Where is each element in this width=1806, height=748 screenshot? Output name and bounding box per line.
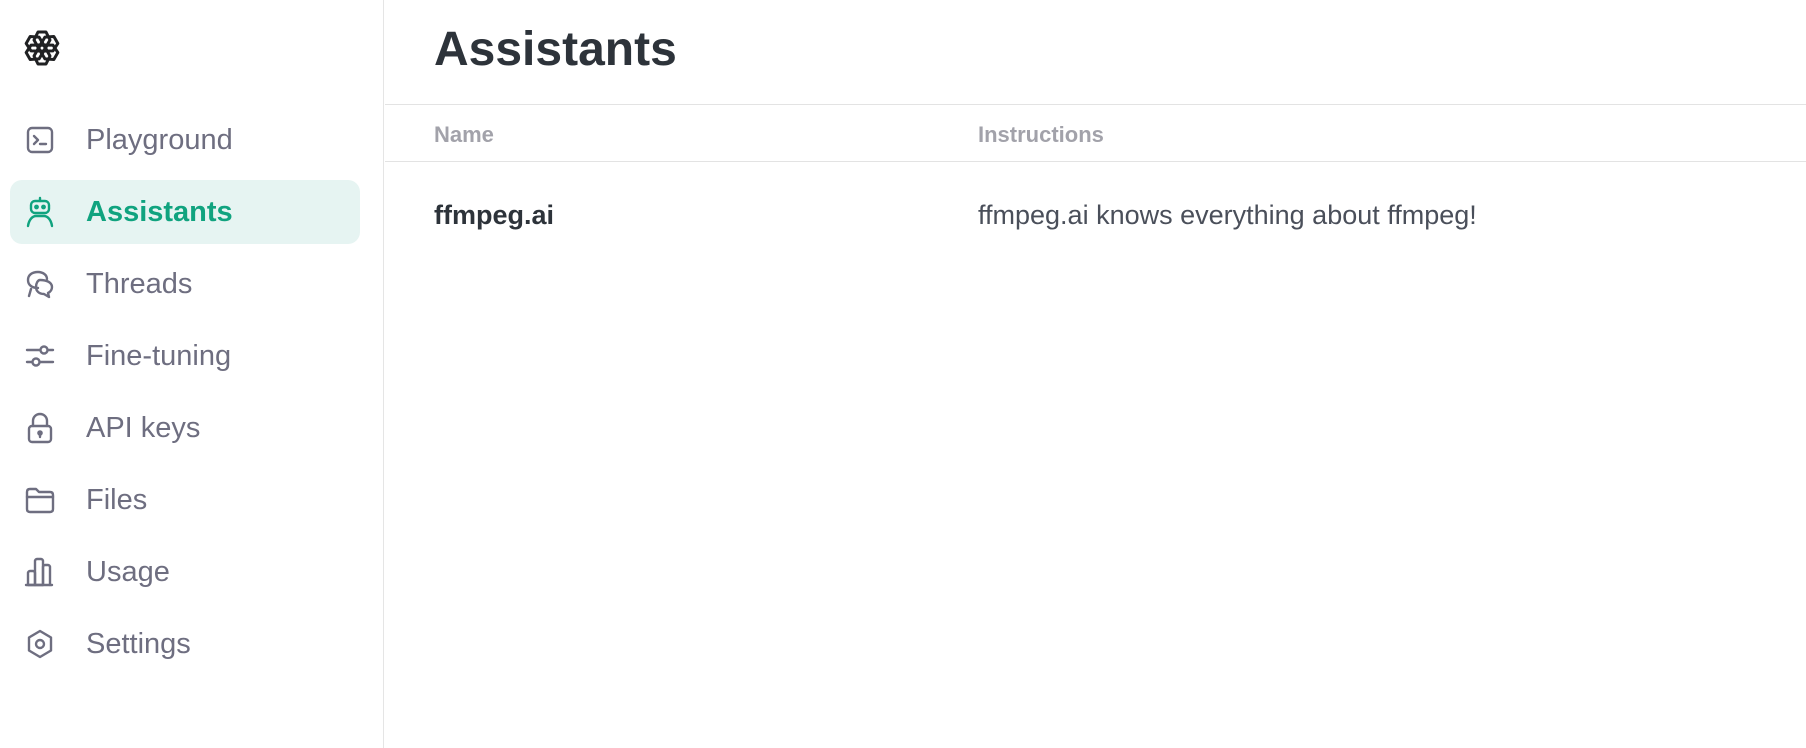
lock-icon <box>24 412 56 444</box>
sidebar-item-settings[interactable]: Settings <box>10 612 360 676</box>
assistant-name-cell: ffmpeg.ai <box>434 200 555 230</box>
page-title: Assistants <box>434 23 677 76</box>
sidebar-item-label: Assistants <box>86 196 233 228</box>
sidebar-nav: Playground Assistants Threads Fine-tunin… <box>10 108 360 684</box>
sidebar-item-label: Fine-tuning <box>86 340 232 372</box>
sidebar-item-label: API keys <box>86 412 201 444</box>
sidebar-item-label: Usage <box>86 556 170 588</box>
sidebar-item-threads[interactable]: Threads <box>10 252 360 316</box>
app-window: Playground Assistants Threads Fine-tunin… <box>0 0 1806 748</box>
folder-icon <box>24 484 56 516</box>
table-header: Name Instructions <box>385 105 1806 162</box>
column-header-name: Name <box>434 122 494 147</box>
main-content: Assistants Name Instructions ffmpeg.ai f… <box>385 0 1806 748</box>
sidebar-item-label: Threads <box>86 268 193 300</box>
bar-chart-icon <box>24 556 56 588</box>
sidebar-item-label: Files <box>86 484 148 516</box>
robot-icon <box>24 196 56 228</box>
sidebar-item-label: Settings <box>86 628 191 660</box>
sidebar-item-assistants[interactable]: Assistants <box>10 180 360 244</box>
sidebar-item-files[interactable]: Files <box>10 468 360 532</box>
sidebar-item-label: Playground <box>86 124 233 156</box>
assistant-instructions-cell: ffmpeg.ai knows everything about ffmpeg! <box>978 200 1477 230</box>
sidebar-item-usage[interactable]: Usage <box>10 540 360 604</box>
gear-icon <box>24 628 56 660</box>
sidebar-item-fine-tuning[interactable]: Fine-tuning <box>10 324 360 388</box>
sidebar: Playground Assistants Threads Fine-tunin… <box>0 0 384 748</box>
sidebar-item-playground[interactable]: Playground <box>10 108 360 172</box>
sliders-icon <box>24 340 56 372</box>
terminal-icon <box>24 124 56 156</box>
openai-logo-icon[interactable] <box>18 24 66 72</box>
sidebar-item-api-keys[interactable]: API keys <box>10 396 360 460</box>
chat-bubbles-icon <box>24 268 56 300</box>
column-header-instructions: Instructions <box>978 122 1104 147</box>
table-row[interactable]: ffmpeg.ai ffmpeg.ai knows everything abo… <box>385 163 1806 271</box>
